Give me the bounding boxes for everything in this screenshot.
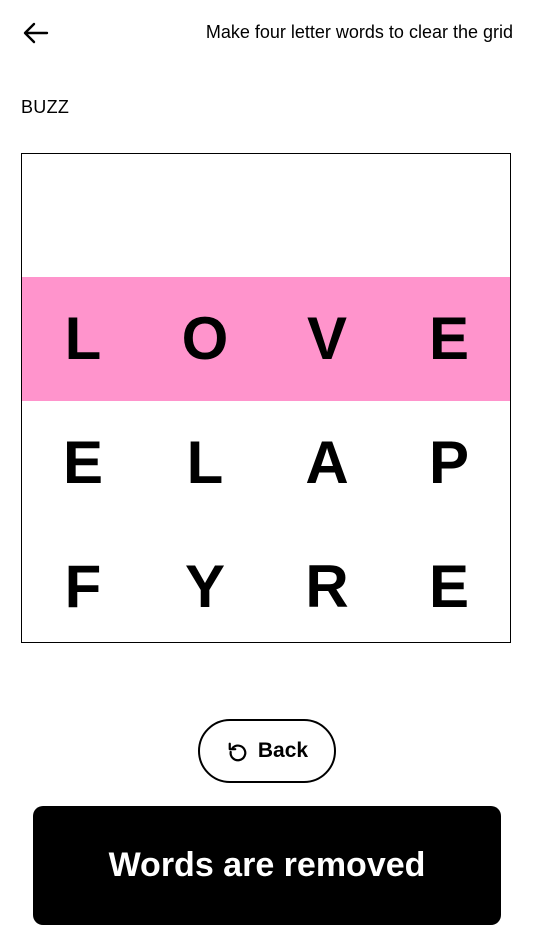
grid-cell[interactable]: L (22, 277, 144, 401)
grid-cell[interactable]: E (22, 401, 144, 525)
grid-row-4: F Y R E (22, 525, 510, 649)
back-button-label: Back (257, 739, 309, 762)
words-removed-button[interactable]: Words are removed (33, 806, 501, 925)
grid-cell[interactable]: F (22, 525, 144, 649)
grid-cell[interactable]: P (388, 401, 510, 525)
grid-cell[interactable]: A (266, 401, 388, 525)
instruction-text: Make four letter words to clear the grid (205, 22, 513, 42)
grid-cell[interactable]: Y (144, 525, 266, 649)
letter-grid: L O V E E L A P F Y R E (21, 153, 511, 643)
game-title: BUZZ (21, 97, 70, 117)
grid-cell[interactable]: E (388, 277, 510, 401)
grid-cell[interactable] (266, 154, 388, 278)
grid-row-3: E L A P (22, 401, 510, 525)
grid-cell[interactable]: E (388, 525, 510, 649)
grid-cell[interactable] (388, 154, 510, 278)
arrow-left-icon (23, 22, 49, 44)
grid-cell[interactable]: V (266, 277, 388, 401)
grid-cell[interactable] (22, 154, 144, 278)
grid-cell[interactable] (144, 154, 266, 278)
back-arrow-button[interactable] (20, 18, 52, 48)
back-button[interactable]: Back (198, 719, 336, 783)
grid-cell[interactable]: L (144, 401, 266, 525)
grid-row-2-highlighted: L O V E (22, 277, 510, 401)
grid-cell[interactable]: R (266, 525, 388, 649)
grid-row-1 (22, 154, 510, 278)
grid-cell[interactable]: O (144, 277, 266, 401)
undo-icon (226, 739, 250, 763)
